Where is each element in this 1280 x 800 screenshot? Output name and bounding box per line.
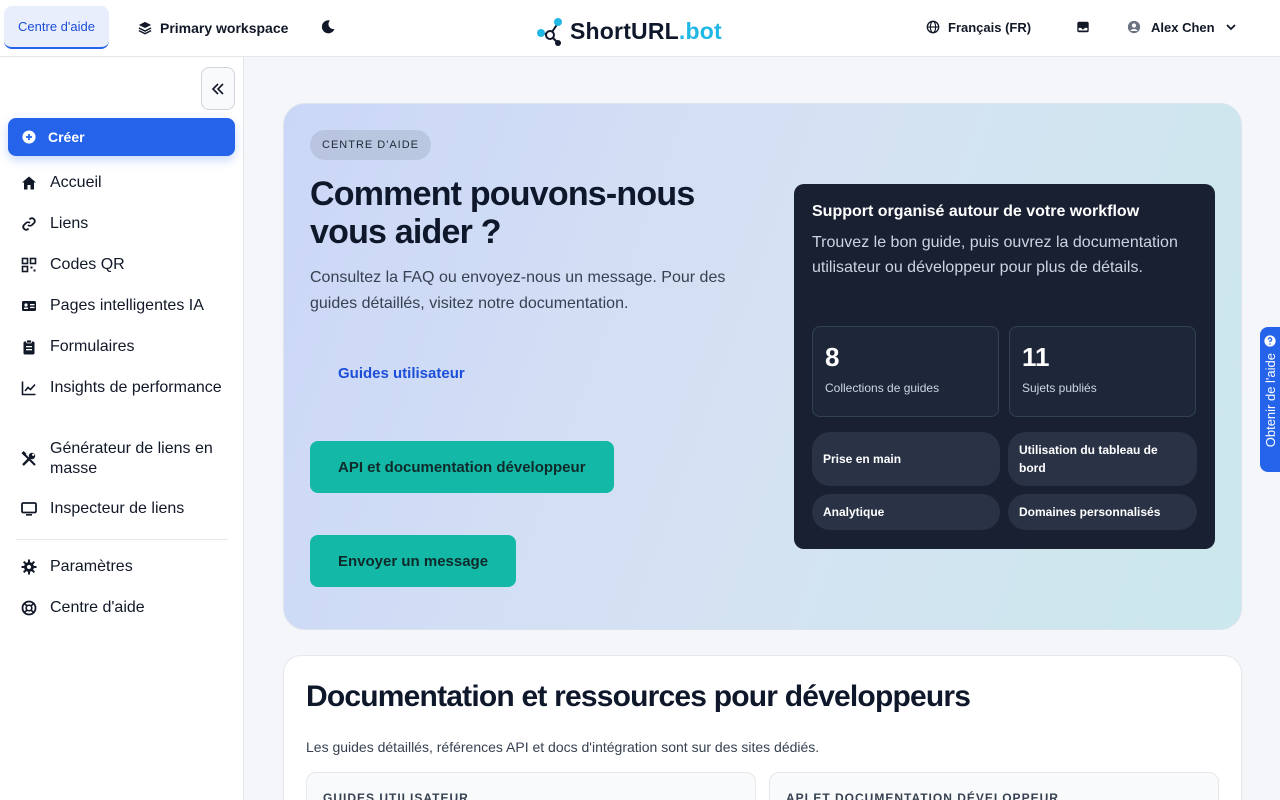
logo-icon: [537, 18, 562, 46]
topic-chip-analytics[interactable]: Analytique: [812, 494, 1000, 530]
sidebar-item-home[interactable]: Accueil: [20, 173, 230, 193]
hero-subtitle: Consultez la FAQ ou envoyez-nous un mess…: [310, 269, 726, 312]
globe-icon: [926, 20, 940, 34]
logo-text: ShortURL.bot: [570, 17, 722, 44]
section-subtitle: Les guides détaillés, références API et …: [306, 739, 820, 755]
sidebar-item-label: Formulaires: [50, 338, 135, 355]
sidebar-item-bulk-link-generator[interactable]: Générateur de liens en masse: [20, 439, 230, 479]
id-card-icon: [20, 297, 38, 315]
create-button[interactable]: Créer: [8, 118, 235, 156]
help-center-tab[interactable]: Centre d'aide: [4, 6, 109, 49]
support-card-text: Trouvez le bon guide, puis ouvrez la doc…: [812, 234, 1178, 276]
workspace-switcher[interactable]: Primary workspace: [138, 18, 288, 38]
sidebar-item-links[interactable]: Liens: [20, 214, 230, 234]
topic-chip-dashboard[interactable]: Utilisation du tableau de bord: [1008, 432, 1197, 486]
language-selector[interactable]: Français (FR): [926, 17, 1031, 37]
send-message-button[interactable]: Envoyer un message: [310, 535, 517, 587]
sidebar-item-label: Inspecteur de liens: [50, 500, 185, 517]
help-icon: [1264, 335, 1276, 347]
sidebar-item-performance-insights[interactable]: Insights de performance: [20, 378, 230, 398]
language-label: Français (FR): [948, 19, 1032, 35]
sidebar-item-label: Codes QR: [50, 256, 125, 273]
developer-docs-section: Documentation et ressources pour dévelop…: [283, 655, 1242, 800]
topic-chip-custom-domains[interactable]: Domaines personnalisés: [1008, 494, 1197, 530]
chart-line-icon: [20, 379, 38, 397]
help-hero: CENTRE D'AIDE Comment pouvons-nous vous …: [283, 103, 1242, 630]
sidebar-item-label: Pages intelligentes IA: [50, 297, 204, 314]
clipboard-icon: [20, 338, 38, 356]
top-bar: Centre d'aide Primary workspace ShortURL…: [0, 0, 1280, 57]
layers-icon: [138, 21, 152, 35]
user-avatar-icon: [1127, 20, 1141, 34]
sidebar-item-ai-pages[interactable]: Pages intelligentes IA: [20, 296, 230, 316]
sidebar-item-help-center[interactable]: Centre d'aide: [20, 598, 230, 618]
chevron-down-icon: [1225, 24, 1236, 31]
page-title: Comment pouvons-nous vous aider ?: [310, 175, 695, 251]
api-docs-card[interactable]: API ET DOCUMENTATION DÉVELOPPEUR: [769, 772, 1219, 800]
get-help-label: Obtenir de l'aide: [1262, 353, 1278, 448]
sidebar-item-qr-codes[interactable]: Codes QR: [20, 255, 230, 275]
collapse-sidebar-button[interactable]: [201, 67, 235, 110]
sidebar-item-label: Paramètres: [50, 558, 133, 575]
topic-chip-getting-started[interactable]: Prise en main: [812, 432, 1000, 486]
sidebar-item-forms[interactable]: Formulaires: [20, 337, 230, 357]
monitor-icon: [20, 500, 38, 518]
inbox-icon: [1077, 21, 1089, 33]
double-chevron-left-icon: [211, 82, 224, 95]
user-menu[interactable]: Alex Chen: [1127, 17, 1237, 37]
sidebar-item-label: Générateur de liens en masse: [50, 440, 213, 477]
sidebar-divider: [16, 539, 228, 540]
logo[interactable]: ShortURL.bot: [536, 15, 722, 47]
user-guides-card[interactable]: GUIDES UTILISATEUR: [306, 772, 756, 800]
section-pill: CENTRE D'AIDE: [310, 130, 431, 160]
stat-caption: Sujets publiés: [1022, 381, 1097, 395]
workspace-name: Primary workspace: [160, 20, 289, 36]
stat-value: 11: [1022, 342, 1050, 372]
user-guides-link[interactable]: Guides utilisateur: [338, 365, 465, 382]
sidebar: Créer Accueil Liens Codes QR Pages intel…: [0, 57, 244, 800]
stat-guide-collections: 8 Collections de guides: [812, 326, 999, 417]
support-card-title: Support organisé autour de votre workflo…: [812, 203, 1140, 220]
qr-code-icon: [20, 256, 38, 274]
api-docs-button[interactable]: API et documentation développeur: [310, 441, 614, 493]
section-title: Documentation et ressources pour dévelop…: [306, 680, 971, 713]
stat-value: 8: [825, 342, 840, 372]
gear-icon: [20, 558, 38, 576]
get-help-tab[interactable]: Obtenir de l'aide: [1260, 327, 1280, 472]
lifebuoy-icon: [20, 599, 38, 617]
stat-published-topics: 11 Sujets publiés: [1009, 326, 1196, 417]
theme-toggle[interactable]: [318, 17, 338, 37]
home-icon: [20, 174, 38, 192]
link-icon: [20, 215, 38, 233]
sidebar-item-label: Accueil: [50, 174, 102, 191]
sidebar-item-label: Liens: [50, 215, 89, 232]
inbox-button[interactable]: [1073, 17, 1093, 37]
user-name: Alex Chen: [1151, 19, 1215, 35]
sidebar-item-label: Insights de performance: [50, 379, 222, 396]
sidebar-item-settings[interactable]: Paramètres: [20, 557, 230, 577]
moon-icon: [321, 20, 335, 34]
stat-caption: Collections de guides: [825, 381, 940, 395]
sidebar-item-label: Centre d'aide: [50, 599, 145, 616]
tools-icon: [20, 450, 38, 468]
sidebar-item-link-inspector[interactable]: Inspecteur de liens: [20, 499, 230, 519]
create-label: Créer: [48, 129, 85, 145]
support-card: Support organisé autour de votre workflo…: [794, 184, 1215, 549]
plus-circle-icon: [22, 130, 36, 144]
